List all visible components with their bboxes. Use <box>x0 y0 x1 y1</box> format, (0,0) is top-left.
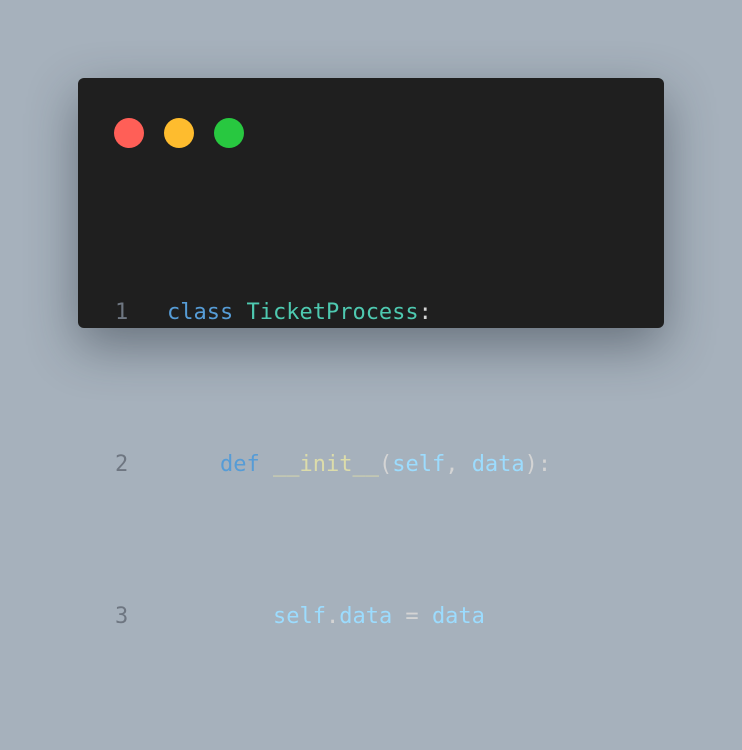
code-line: 2 def __init__(self, data): <box>78 446 551 484</box>
variable-token: self <box>272 604 326 629</box>
function-token: __init__ <box>272 452 379 477</box>
close-dot[interactable] <box>114 118 144 148</box>
code-block: 1 class TicketProcess: 2 def __init__(se… <box>78 180 551 712</box>
keyword-token: class <box>167 300 234 325</box>
code-line: 3 self.data = data <box>78 598 485 636</box>
punct-token: : <box>418 300 432 325</box>
code-window: 1 class TicketProcess: 2 def __init__(se… <box>78 78 664 629</box>
keyword-token: def <box>219 452 260 477</box>
line-content: class TicketProcess: <box>167 294 432 332</box>
line-number: 1 <box>115 300 129 325</box>
line-content: def __init__(self, data): <box>167 446 551 484</box>
code-line: 1 class TicketProcess: <box>78 294 432 332</box>
line-number: 3 <box>115 604 129 629</box>
variable-token: data <box>431 604 485 629</box>
punct-token: . <box>325 604 340 629</box>
minimize-dot[interactable] <box>164 118 194 148</box>
zoom-dot[interactable] <box>214 118 244 148</box>
variable-token: data <box>471 452 525 477</box>
punct-token: ): <box>524 452 552 477</box>
line-content: self.data = data <box>167 598 485 636</box>
line-number: 2 <box>115 452 129 477</box>
class-name-token: TicketProcess <box>246 300 419 325</box>
punct-token: , <box>445 452 472 477</box>
punct-token: ( <box>378 452 393 477</box>
punct-token: = <box>392 604 432 629</box>
variable-token: self <box>392 452 446 477</box>
variable-token: data <box>339 604 393 629</box>
